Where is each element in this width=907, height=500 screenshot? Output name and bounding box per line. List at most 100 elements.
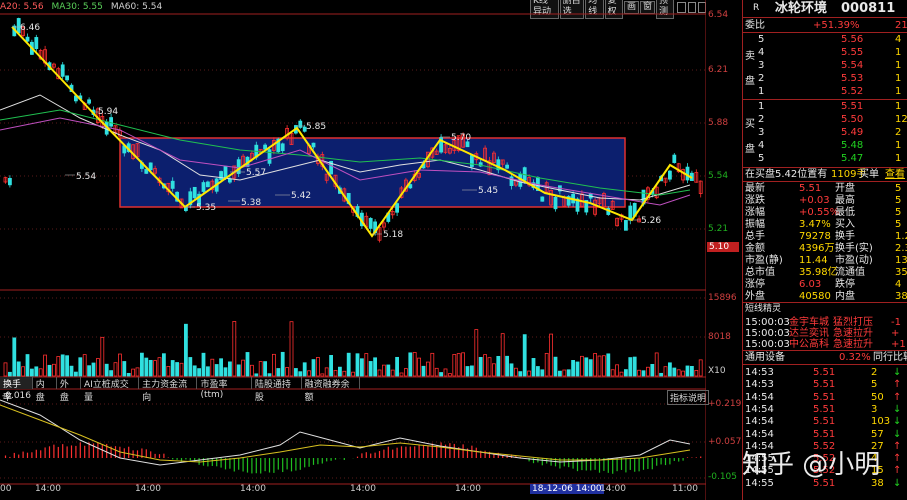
volume-bar: [148, 359, 153, 377]
volume-bar: [654, 352, 659, 377]
volume-bar: [157, 357, 162, 377]
volume-bar: [271, 353, 276, 377]
volume-bar: [34, 366, 39, 377]
kline-chart[interactable]: 6.46 5.94 5.54 5.85 5.57 5.38 5.35 5.42 …: [0, 0, 706, 500]
annotation-5-18: 5.18: [383, 230, 403, 240]
volume-bar: [421, 365, 426, 377]
tab-outer[interactable]: 外盘: [57, 377, 81, 403]
volume-bar: [685, 365, 690, 377]
tab-margin[interactable]: 融资融券余额: [302, 377, 361, 403]
volume-bar: [373, 357, 378, 377]
volume-bar: [580, 355, 584, 377]
volume-bar: [161, 353, 166, 377]
volume-bar: [12, 337, 17, 377]
industry-compare-link[interactable]: 同行比较: [873, 351, 907, 364]
volume-bar: [351, 371, 356, 377]
volume-bar: [478, 357, 483, 377]
volume-bar: [509, 363, 514, 377]
sell-side-label: 卖: [745, 51, 755, 62]
volume-bar: [500, 333, 505, 377]
volume-bar: [346, 352, 351, 377]
macd-dif-line: [0, 399, 691, 466]
volume-axis-label: X10: [708, 366, 726, 376]
volume-bar: [293, 368, 298, 377]
volume-bar: [118, 353, 122, 377]
buy-volume: 1: [895, 153, 902, 164]
time-label: 14:00: [135, 484, 161, 494]
volume-bar: [109, 370, 113, 377]
candle-body: [540, 196, 545, 202]
volume-bar: [668, 362, 672, 377]
buy-price: 5.50: [841, 114, 864, 125]
trade-volume: 2: [871, 367, 878, 378]
volume-bar: [131, 368, 136, 377]
volume-bar: [619, 371, 624, 377]
volume-bar: [610, 369, 615, 377]
volume-bar: [368, 361, 373, 377]
price-axis-label: 5.54: [708, 171, 729, 181]
volume-bar: [324, 367, 329, 377]
volume-bar: [241, 359, 246, 377]
volume-bar: [289, 321, 294, 377]
volume-bar: [536, 366, 540, 377]
stock-name: 冰轮环境: [775, 1, 828, 16]
quote-row: 3 5.54 1: [743, 59, 907, 72]
candle-body: [60, 64, 65, 77]
tab-pe[interactable]: 市盈率(ttm): [197, 377, 252, 400]
annotation-5-26: 5.26: [641, 216, 661, 226]
volume-bar: [690, 365, 694, 377]
volume-bar: [100, 336, 105, 377]
candle-body: [469, 155, 474, 167]
sell-level: 1: [758, 86, 765, 97]
volume-bar: [333, 370, 338, 377]
volume-bar: [377, 369, 382, 377]
sell-price: 5.54: [841, 60, 864, 71]
macd-axis-label: +0.057: [708, 437, 742, 447]
volume-bar: [166, 366, 171, 377]
sell-volume: 1: [895, 86, 902, 97]
weibi-value: +51.39%: [813, 20, 860, 31]
tab-inner[interactable]: 内盘: [33, 377, 57, 403]
volume-bar: [78, 357, 83, 377]
volume-bar: [443, 368, 448, 377]
volume-bar: [188, 357, 193, 377]
price-axis-label: 5.21: [708, 224, 729, 234]
annotation-5-35: 5.35: [196, 203, 216, 213]
buy-volume: 12: [895, 114, 907, 125]
notice-view-link[interactable]: 查看: [885, 168, 905, 181]
volume-bar: [566, 369, 571, 377]
volume-bar: [219, 358, 224, 377]
quote-row: 4 5.48 1: [743, 139, 907, 152]
volume-bar: [628, 357, 633, 377]
notice-text: 在买盘5.42位置有: [745, 169, 828, 180]
volume-bar: [606, 353, 611, 377]
quote-row: 14:53 5.51 5 ↑: [743, 378, 907, 391]
buy-level: 5: [758, 153, 765, 164]
time-label: 14:00: [240, 484, 266, 494]
notice-type: 买单: [859, 169, 879, 180]
trade-volume: 5: [871, 379, 878, 391]
candle-body: [668, 170, 672, 180]
volume-bar: [192, 365, 197, 377]
price-axis-label: 6.54: [708, 10, 729, 20]
volume-bar: [597, 355, 602, 377]
time-label: 14:00: [350, 484, 376, 494]
volume-bar: [227, 361, 232, 377]
volume-bar: [659, 372, 663, 377]
volume-bar: [56, 356, 61, 377]
tab-ai-volume[interactable]: AI立桩成交量: [81, 377, 140, 403]
tab-hk-connect[interactable]: 陆股通持股: [252, 377, 302, 403]
volume-bar: [139, 352, 144, 377]
indicator-help-button[interactable]: 指标说明: [667, 390, 710, 405]
volume-bar: [412, 352, 417, 377]
volume-bar: [104, 363, 109, 377]
tab-turnover[interactable]: 换手率: [0, 377, 33, 403]
trade-price: 5.51: [813, 391, 836, 403]
volume-bar: [315, 357, 320, 377]
trade-direction-icon: ↑: [893, 440, 902, 452]
volume-bar: [491, 363, 496, 377]
volume-bar: [386, 364, 391, 377]
volume-bar: [82, 354, 87, 377]
annotation-5-85: 5.85: [306, 122, 326, 132]
tab-capital-flow[interactable]: 主力资金流向: [139, 377, 198, 403]
